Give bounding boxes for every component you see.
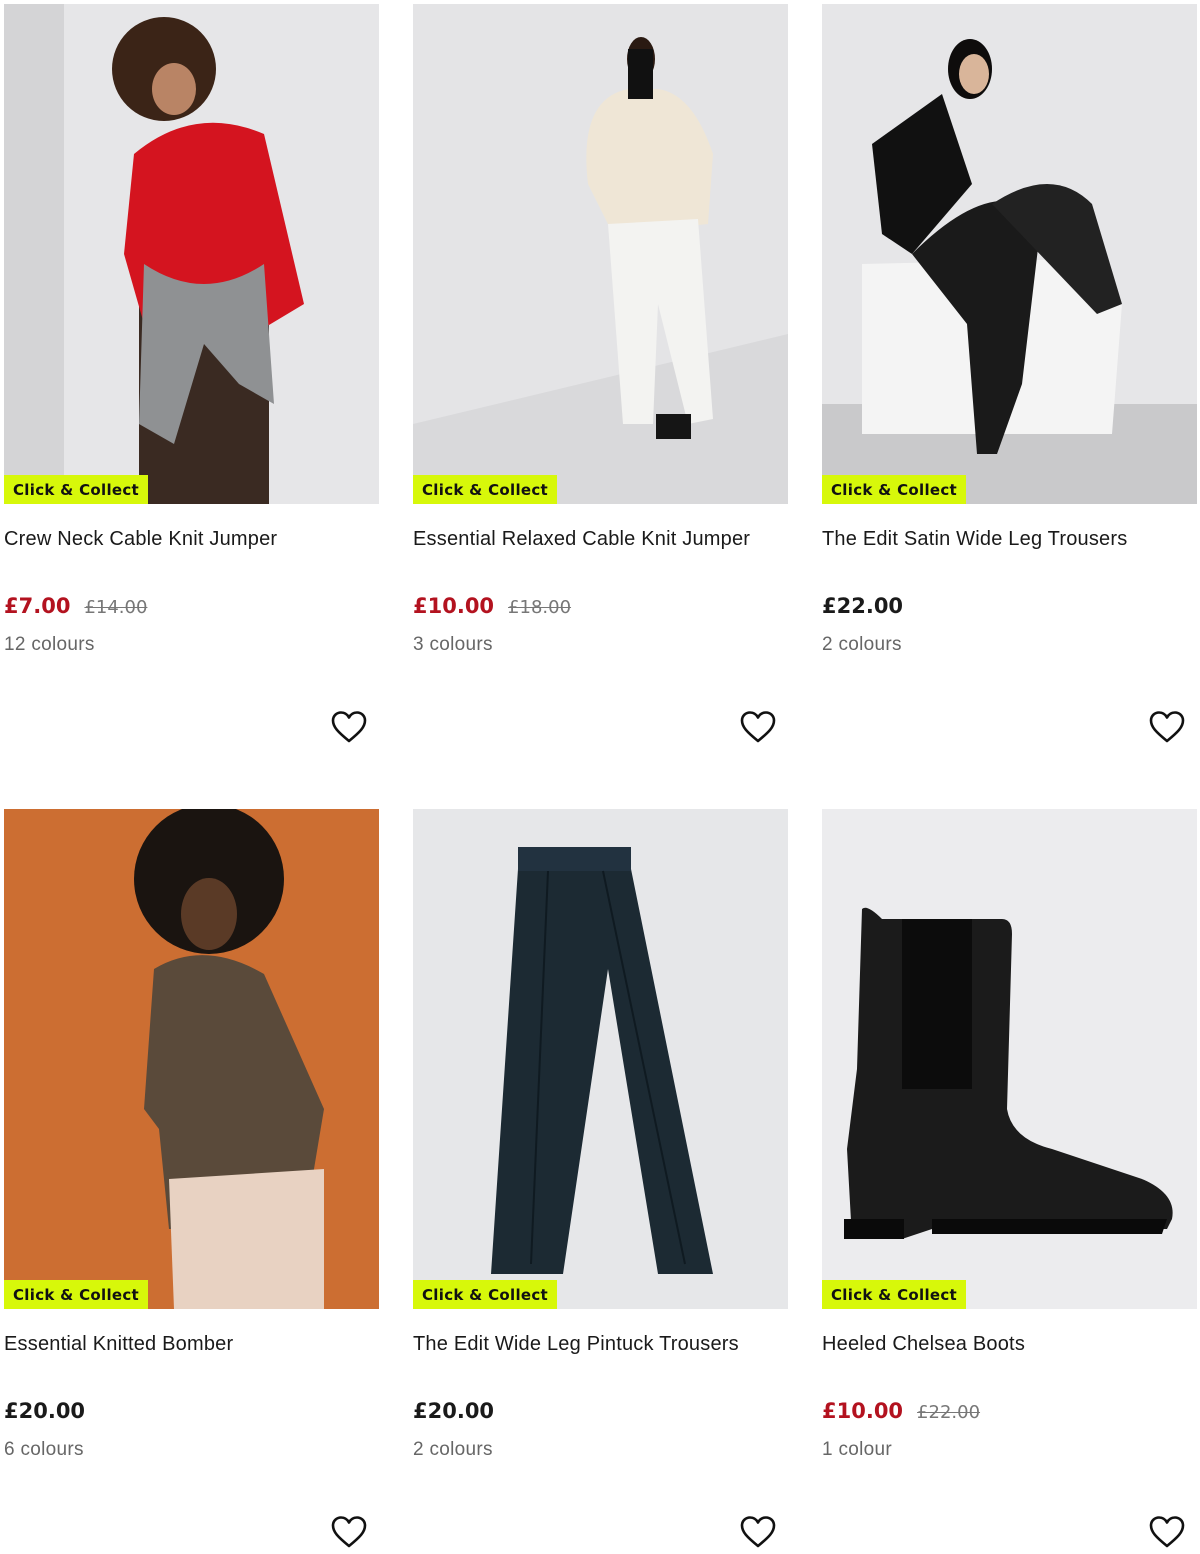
original-price: £18.00	[508, 597, 572, 618]
product-image[interactable]: Click & Collect	[822, 4, 1197, 504]
price-group: £10.00 £22.00	[822, 1399, 980, 1423]
click-collect-badge: Click & Collect	[413, 1280, 558, 1309]
product-title[interactable]: Essential Relaxed Cable Knit Jumper	[413, 528, 750, 551]
product-card[interactable]: Click & Collect Essential Relaxed Cable …	[413, 4, 788, 804]
click-collect-badge: Click & Collect	[4, 1280, 149, 1309]
heart-outline-icon	[740, 711, 776, 743]
colour-count: 2 colours	[413, 1439, 493, 1460]
click-collect-badge: Click & Collect	[4, 475, 149, 504]
product-image[interactable]: Click & Collect	[822, 809, 1197, 1309]
price: £20.00	[413, 1399, 495, 1423]
price-group: £7.00 £14.00	[4, 594, 147, 618]
price: £20.00	[4, 1399, 86, 1423]
click-collect-badge: Click & Collect	[822, 1280, 967, 1309]
price-group: £22.00	[822, 594, 903, 618]
original-price: £14.00	[84, 597, 148, 618]
product-title[interactable]: Crew Neck Cable Knit Jumper	[4, 528, 277, 551]
wishlist-button[interactable]	[330, 1515, 368, 1549]
price-group: £20.00	[4, 1399, 85, 1423]
colour-count: 2 colours	[822, 634, 902, 655]
product-title[interactable]: Essential Knitted Bomber	[4, 1333, 233, 1356]
heart-outline-icon	[331, 711, 367, 743]
heart-outline-icon	[1149, 711, 1185, 743]
product-image[interactable]: Click & Collect	[4, 4, 379, 504]
product-card[interactable]: Click & Collect The Edit Satin Wide Leg …	[822, 4, 1197, 804]
heart-outline-icon	[1149, 1516, 1185, 1548]
colour-count: 3 colours	[413, 634, 493, 655]
colour-count: 12 colours	[4, 634, 95, 655]
product-card[interactable]: Click & Collect The Edit Wide Leg Pintuc…	[413, 809, 788, 1554]
wishlist-button[interactable]	[330, 710, 368, 744]
price-group: £20.00	[413, 1399, 494, 1423]
wishlist-button[interactable]	[1148, 710, 1186, 744]
colour-count: 1 colour	[822, 1439, 892, 1460]
product-image[interactable]: Click & Collect	[413, 4, 788, 504]
wishlist-button[interactable]	[739, 1515, 777, 1549]
colour-count: 6 colours	[4, 1439, 84, 1460]
product-title[interactable]: The Edit Satin Wide Leg Trousers	[822, 528, 1127, 551]
price: £22.00	[822, 594, 904, 618]
sale-price: £7.00	[4, 594, 71, 618]
product-grid: Click & Collect Crew Neck Cable Knit Jum…	[4, 4, 1197, 1554]
click-collect-badge: Click & Collect	[413, 475, 558, 504]
heart-outline-icon	[331, 1516, 367, 1548]
original-price: £22.00	[917, 1402, 981, 1423]
product-card[interactable]: Click & Collect Crew Neck Cable Knit Jum…	[4, 4, 379, 804]
product-card[interactable]: Click & Collect Heeled Chelsea Boots £10…	[822, 809, 1197, 1554]
wishlist-button[interactable]	[739, 710, 777, 744]
product-image[interactable]: Click & Collect	[4, 809, 379, 1309]
sale-price: £10.00	[413, 594, 495, 618]
heart-outline-icon	[740, 1516, 776, 1548]
product-card[interactable]: Click & Collect Essential Knitted Bomber…	[4, 809, 379, 1554]
product-image[interactable]: Click & Collect	[413, 809, 788, 1309]
price-group: £10.00 £18.00	[413, 594, 571, 618]
sale-price: £10.00	[822, 1399, 904, 1423]
product-title[interactable]: Heeled Chelsea Boots	[822, 1333, 1025, 1356]
product-title[interactable]: The Edit Wide Leg Pintuck Trousers	[413, 1333, 739, 1356]
wishlist-button[interactable]	[1148, 1515, 1186, 1549]
click-collect-badge: Click & Collect	[822, 475, 967, 504]
